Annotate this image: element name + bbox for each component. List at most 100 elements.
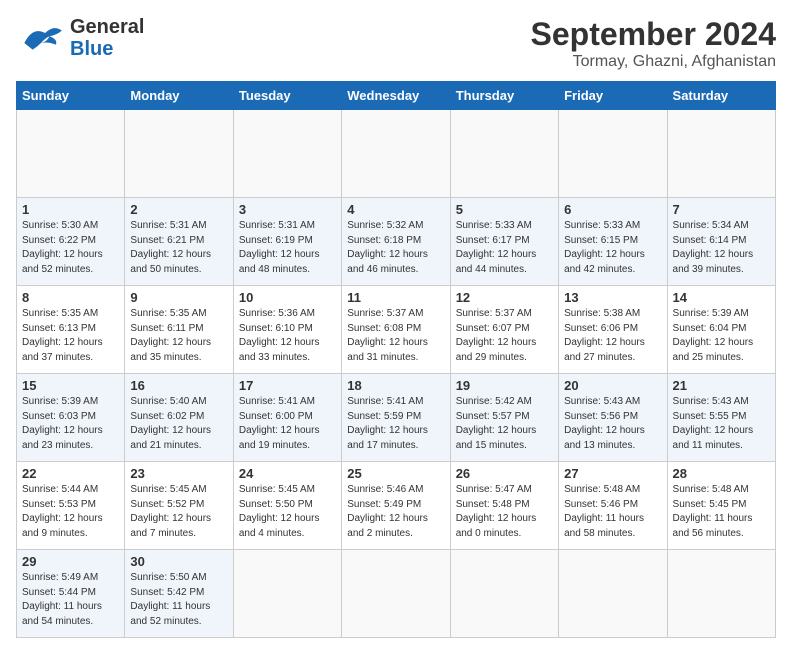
logo: General Blue (16, 16, 144, 60)
day-detail: Sunrise: 5:31 AM Sunset: 6:21 PM Dayligh… (130, 219, 227, 277)
day-number: 4 (347, 202, 444, 217)
calendar-week-row (17, 110, 776, 198)
day-detail: Sunrise: 5:32 AM Sunset: 6:18 PM Dayligh… (347, 219, 444, 277)
weekday-header-friday: Friday (559, 82, 667, 110)
calendar-cell: 8 Sunrise: 5:35 AM Sunset: 6:13 PM Daylig… (17, 286, 125, 374)
day-detail: Sunrise: 5:33 AM Sunset: 6:15 PM Dayligh… (564, 219, 661, 277)
day-detail: Sunrise: 5:43 AM Sunset: 5:56 PM Dayligh… (564, 395, 661, 453)
calendar-cell: 28Sunrise: 5:48 AM Sunset: 5:45 PM Dayli… (667, 462, 775, 550)
day-number: 7 (673, 202, 770, 217)
day-detail: Sunrise: 5:35 AM Sunset: 6:11 PM Dayligh… (130, 307, 227, 365)
calendar-cell: 29 Sunrise: 5:49 AM Sunset: 5:44 PM Dayli… (17, 550, 125, 638)
calendar-cell (17, 110, 125, 198)
day-detail: Sunrise: 5:37 AM Sunset: 6:07 PM Dayligh… (456, 307, 553, 365)
day-number: 5 (456, 202, 553, 217)
day-number: 12 (456, 290, 553, 305)
day-number: 13 (564, 290, 661, 305)
day-detail: Sunrise: 5:45 AM Sunset: 5:50 PM Dayligh… (239, 483, 336, 541)
day-number: 30 (130, 554, 227, 569)
calendar-cell: 4 Sunrise: 5:32 AM Sunset: 6:18 PM Daylig… (342, 198, 450, 286)
calendar-cell: 24Sunrise: 5:45 AM Sunset: 5:50 PM Dayli… (233, 462, 341, 550)
day-number: 17 (239, 378, 336, 393)
calendar-table: SundayMondayTuesdayWednesdayThursdayFrid… (16, 81, 776, 638)
day-detail: Sunrise: 5:45 AM Sunset: 5:52 PM Dayligh… (130, 483, 227, 541)
weekday-header-sunday: Sunday (17, 82, 125, 110)
calendar-cell (450, 550, 558, 638)
weekday-header-monday: Monday (125, 82, 233, 110)
day-number: 26 (456, 466, 553, 481)
calendar-week-row: 15Sunrise: 5:39 AM Sunset: 6:03 PM Dayli… (17, 374, 776, 462)
page-header: General Blue September 2024 Tormay, Ghaz… (16, 16, 776, 71)
day-number: 3 (239, 202, 336, 217)
calendar-header-row: SundayMondayTuesdayWednesdayThursdayFrid… (17, 82, 776, 110)
day-number: 28 (673, 466, 770, 481)
calendar-cell: 17 Sunrise: 5:41 AM Sunset: 6:00 PM Dayli… (233, 374, 341, 462)
calendar-cell: 25 Sunrise: 5:46 AM Sunset: 5:49 PM Dayli… (342, 462, 450, 550)
day-number: 25 (347, 466, 444, 481)
day-number: 29 (22, 554, 119, 569)
day-number: 22 (22, 466, 119, 481)
weekday-header-tuesday: Tuesday (233, 82, 341, 110)
month-title: September 2024 (531, 16, 776, 53)
day-number: 15 (22, 378, 119, 393)
day-number: 10 (239, 290, 336, 305)
calendar-cell (559, 550, 667, 638)
calendar-cell (450, 110, 558, 198)
day-number: 20 (564, 378, 661, 393)
calendar-cell: 22 Sunrise: 5:44 AM Sunset: 5:53 PM Dayli… (17, 462, 125, 550)
calendar-cell: 30 Sunrise: 5:50 AM Sunset: 5:42 PM Dayli… (125, 550, 233, 638)
day-detail: Sunrise: 5:44 AM Sunset: 5:53 PM Dayligh… (22, 483, 119, 541)
day-detail: Sunrise: 5:46 AM Sunset: 5:49 PM Dayligh… (347, 483, 444, 541)
day-detail: Sunrise: 5:48 AM Sunset: 5:46 PM Dayligh… (564, 483, 661, 541)
day-detail: Sunrise: 5:50 AM Sunset: 5:42 PM Dayligh… (130, 571, 227, 629)
day-detail: Sunrise: 5:36 AM Sunset: 6:10 PM Dayligh… (239, 307, 336, 365)
calendar-cell: 11Sunrise: 5:37 AM Sunset: 6:08 PM Dayli… (342, 286, 450, 374)
calendar-cell (233, 110, 341, 198)
day-detail: Sunrise: 5:35 AM Sunset: 6:13 PM Dayligh… (22, 307, 119, 365)
day-number: 14 (673, 290, 770, 305)
day-number: 6 (564, 202, 661, 217)
calendar-cell: 27 Sunrise: 5:48 AM Sunset: 5:46 PM Dayli… (559, 462, 667, 550)
day-number: 8 (22, 290, 119, 305)
day-detail: Sunrise: 5:47 AM Sunset: 5:48 PM Dayligh… (456, 483, 553, 541)
calendar-cell: 16Sunrise: 5:40 AM Sunset: 6:02 PM Dayli… (125, 374, 233, 462)
calendar-cell: 10 Sunrise: 5:36 AM Sunset: 6:10 PM Dayli… (233, 286, 341, 374)
calendar-cell (667, 110, 775, 198)
day-number: 19 (456, 378, 553, 393)
calendar-cell (342, 110, 450, 198)
day-detail: Sunrise: 5:30 AM Sunset: 6:22 PM Dayligh… (22, 219, 119, 277)
day-detail: Sunrise: 5:49 AM Sunset: 5:44 PM Dayligh… (22, 571, 119, 629)
calendar-cell: 7 Sunrise: 5:34 AM Sunset: 6:14 PM Daylig… (667, 198, 775, 286)
day-detail: Sunrise: 5:43 AM Sunset: 5:55 PM Dayligh… (673, 395, 770, 453)
calendar-cell (233, 550, 341, 638)
day-number: 16 (130, 378, 227, 393)
calendar-cell: 12 Sunrise: 5:37 AM Sunset: 6:07 PM Dayli… (450, 286, 558, 374)
day-detail: Sunrise: 5:41 AM Sunset: 6:00 PM Dayligh… (239, 395, 336, 453)
weekday-header-saturday: Saturday (667, 82, 775, 110)
calendar-cell (125, 110, 233, 198)
calendar-cell: 3Sunrise: 5:31 AM Sunset: 6:19 PM Daylig… (233, 198, 341, 286)
calendar-cell: 2 Sunrise: 5:31 AM Sunset: 6:21 PM Daylig… (125, 198, 233, 286)
weekday-header-thursday: Thursday (450, 82, 558, 110)
day-detail: Sunrise: 5:34 AM Sunset: 6:14 PM Dayligh… (673, 219, 770, 277)
day-number: 18 (347, 378, 444, 393)
day-detail: Sunrise: 5:42 AM Sunset: 5:57 PM Dayligh… (456, 395, 553, 453)
day-number: 9 (130, 290, 227, 305)
logo-text: General Blue (70, 16, 144, 60)
calendar-cell: 18Sunrise: 5:41 AM Sunset: 5:59 PM Dayli… (342, 374, 450, 462)
day-number: 2 (130, 202, 227, 217)
calendar-cell: 5Sunrise: 5:33 AM Sunset: 6:17 PM Daylig… (450, 198, 558, 286)
calendar-week-row: 8 Sunrise: 5:35 AM Sunset: 6:13 PM Daylig… (17, 286, 776, 374)
day-number: 27 (564, 466, 661, 481)
day-number: 23 (130, 466, 227, 481)
calendar-week-row: 22 Sunrise: 5:44 AM Sunset: 5:53 PM Dayli… (17, 462, 776, 550)
calendar-cell: 20 Sunrise: 5:43 AM Sunset: 5:56 PM Dayli… (559, 374, 667, 462)
calendar-cell (342, 550, 450, 638)
day-detail: Sunrise: 5:39 AM Sunset: 6:04 PM Dayligh… (673, 307, 770, 365)
calendar-cell: 6 Sunrise: 5:33 AM Sunset: 6:15 PM Daylig… (559, 198, 667, 286)
calendar-cell: 15Sunrise: 5:39 AM Sunset: 6:03 PM Dayli… (17, 374, 125, 462)
calendar-cell: 1Sunrise: 5:30 AM Sunset: 6:22 PM Daylig… (17, 198, 125, 286)
calendar-cell: 23 Sunrise: 5:45 AM Sunset: 5:52 PM Dayli… (125, 462, 233, 550)
calendar-cell: 14 Sunrise: 5:39 AM Sunset: 6:04 PM Dayli… (667, 286, 775, 374)
logo-icon (16, 18, 66, 58)
